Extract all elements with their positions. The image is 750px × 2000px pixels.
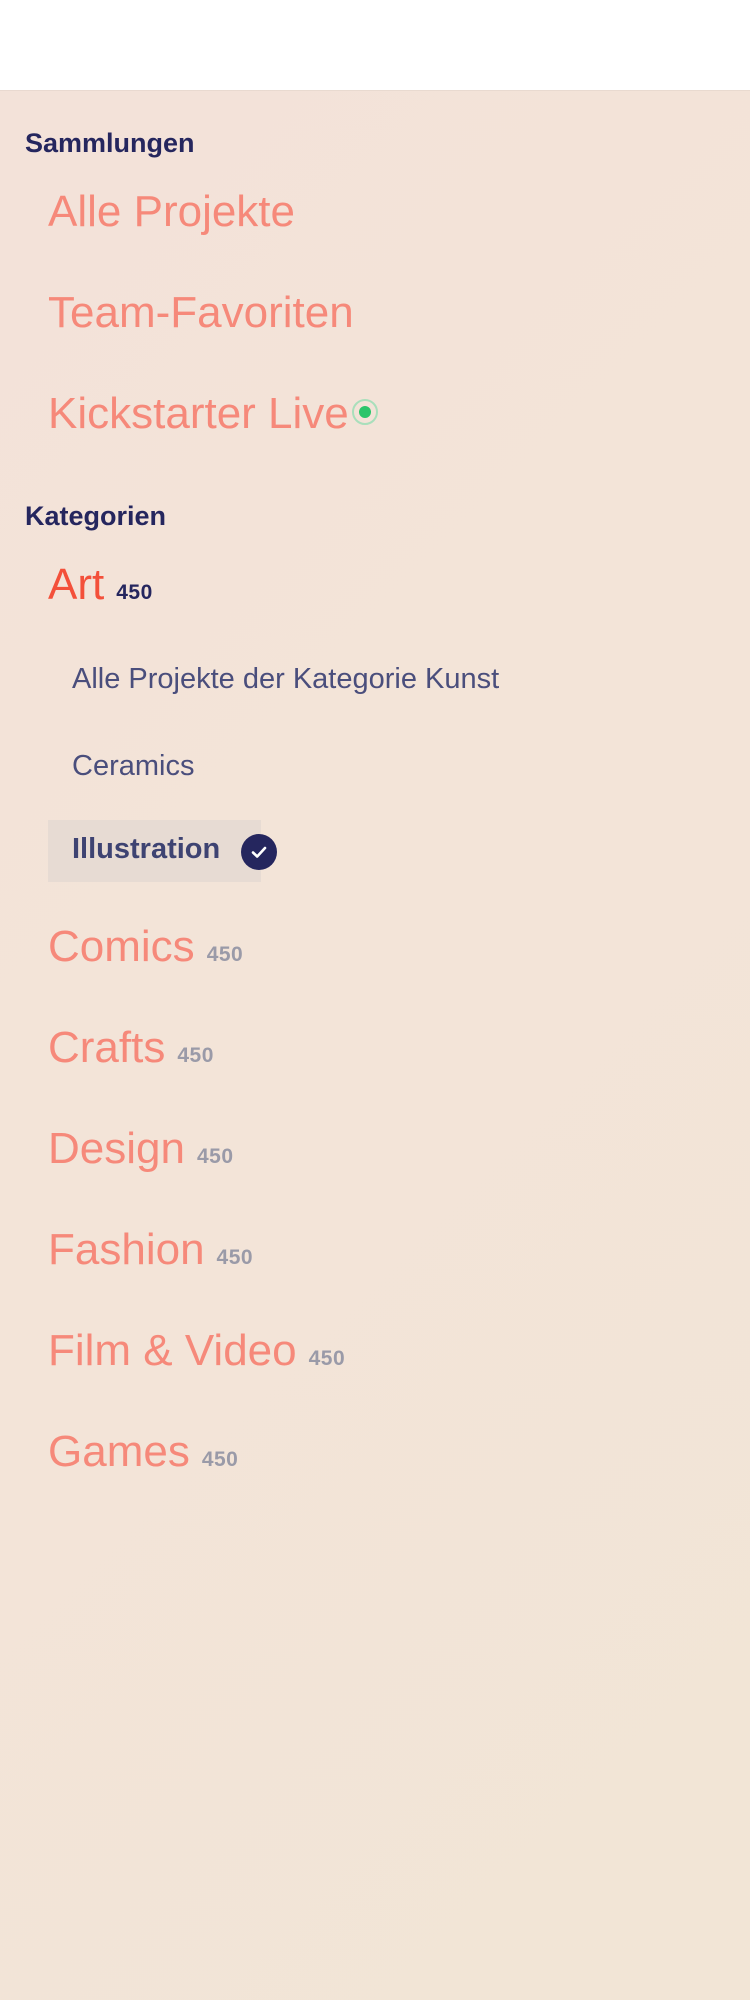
category-comics[interactable]: Comics 450 [48,925,243,969]
collection-all-projects[interactable]: Alle Projekte [48,190,295,234]
live-status-icon [352,399,378,425]
check-icon [241,834,277,870]
category-label: Fashion [48,1225,205,1274]
category-label: Comics [48,922,195,971]
collection-label: Alle Projekte [48,187,296,236]
top-bar [0,0,750,90]
collection-kickstarter-live[interactable]: Kickstarter Live [48,392,349,436]
category-crafts[interactable]: Crafts 450 [48,1026,214,1070]
category-art[interactable]: Art 450 [48,563,153,607]
category-label: Crafts [48,1023,166,1072]
subcategory-illustration-label: Illustration [72,833,221,865]
category-label: Games [48,1427,190,1476]
category-count: 450 [201,1448,239,1471]
category-label: Design [48,1124,185,1173]
collection-label: Kickstarter Live [48,389,349,438]
category-games[interactable]: Games 450 [48,1430,238,1474]
category-count: 450 [196,1145,234,1168]
category-count: 450 [177,1044,214,1067]
category-count: 450 [206,943,244,966]
categories-heading: Kategorien [25,501,167,531]
category-count: 450 [116,581,153,604]
category-label: Film & Video [48,1326,297,1375]
category-count: 450 [216,1246,254,1269]
subcategory-all-art[interactable]: Alle Projekte der Kategorie Kunst [72,665,499,694]
collections-heading: Sammlungen [25,128,195,158]
subcategory-ceramics[interactable]: Ceramics [72,752,194,781]
category-count: 450 [308,1347,346,1370]
category-fashion[interactable]: Fashion 450 [48,1228,253,1272]
category-label: Art [48,560,105,609]
category-film-video[interactable]: Film & Video 450 [48,1329,345,1373]
category-design[interactable]: Design 450 [48,1127,234,1171]
collection-label: Team-Favoriten [48,288,354,337]
collection-team-favorites[interactable]: Team-Favoriten [48,291,354,335]
